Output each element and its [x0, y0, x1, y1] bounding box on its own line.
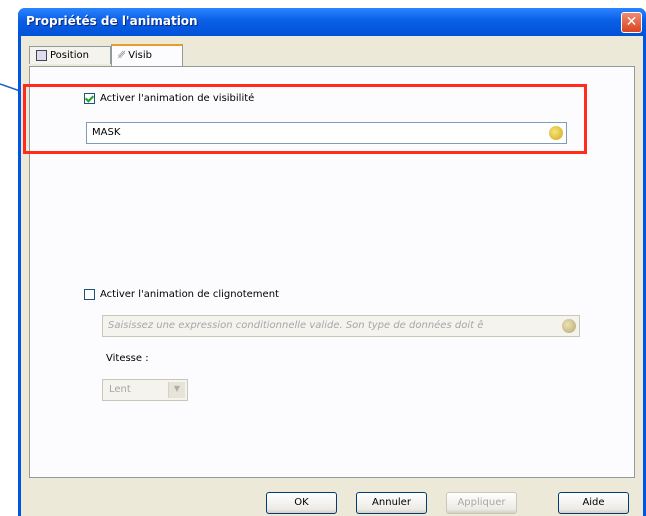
blink-enable-checkbox[interactable] [84, 289, 95, 300]
title-bar: Propriétés de l'animation ✕ [18, 8, 646, 36]
blink-enable-row[interactable]: Activer l'animation de clignotement [84, 289, 279, 300]
expression-builder-icon[interactable] [562, 319, 576, 333]
speed-select[interactable]: Lent ▼ [102, 379, 188, 401]
position-icon [36, 50, 47, 61]
dialog-title: Propriétés de l'animation [26, 14, 198, 28]
annotation-highlight-box [23, 84, 587, 154]
blink-enable-label: Activer l'animation de clignotement [100, 289, 279, 300]
speed-label: Vitesse : [106, 353, 149, 364]
chevron-down-icon: ▼ [168, 382, 185, 398]
tab-position-label: Position [50, 49, 89, 61]
blink-expression-placeholder: Saisissez une expression conditionnelle … [108, 320, 484, 331]
visibility-icon: ␥ [118, 51, 126, 61]
apply-button[interactable]: Appliquer [446, 492, 517, 514]
blink-expression-field[interactable]: Saisissez une expression conditionnelle … [102, 315, 580, 337]
help-button[interactable]: Aide [558, 492, 629, 514]
ok-button[interactable]: OK [266, 492, 337, 514]
tab-position[interactable]: Position [29, 46, 111, 64]
close-button[interactable]: ✕ [621, 12, 642, 33]
cancel-button[interactable]: Annuler [356, 492, 427, 514]
tab-visibility-label: Visib [128, 50, 152, 61]
close-icon: ✕ [625, 14, 638, 30]
speed-select-value: Lent [109, 384, 131, 395]
tab-visibility[interactable]: ␥ Visib [111, 44, 183, 66]
